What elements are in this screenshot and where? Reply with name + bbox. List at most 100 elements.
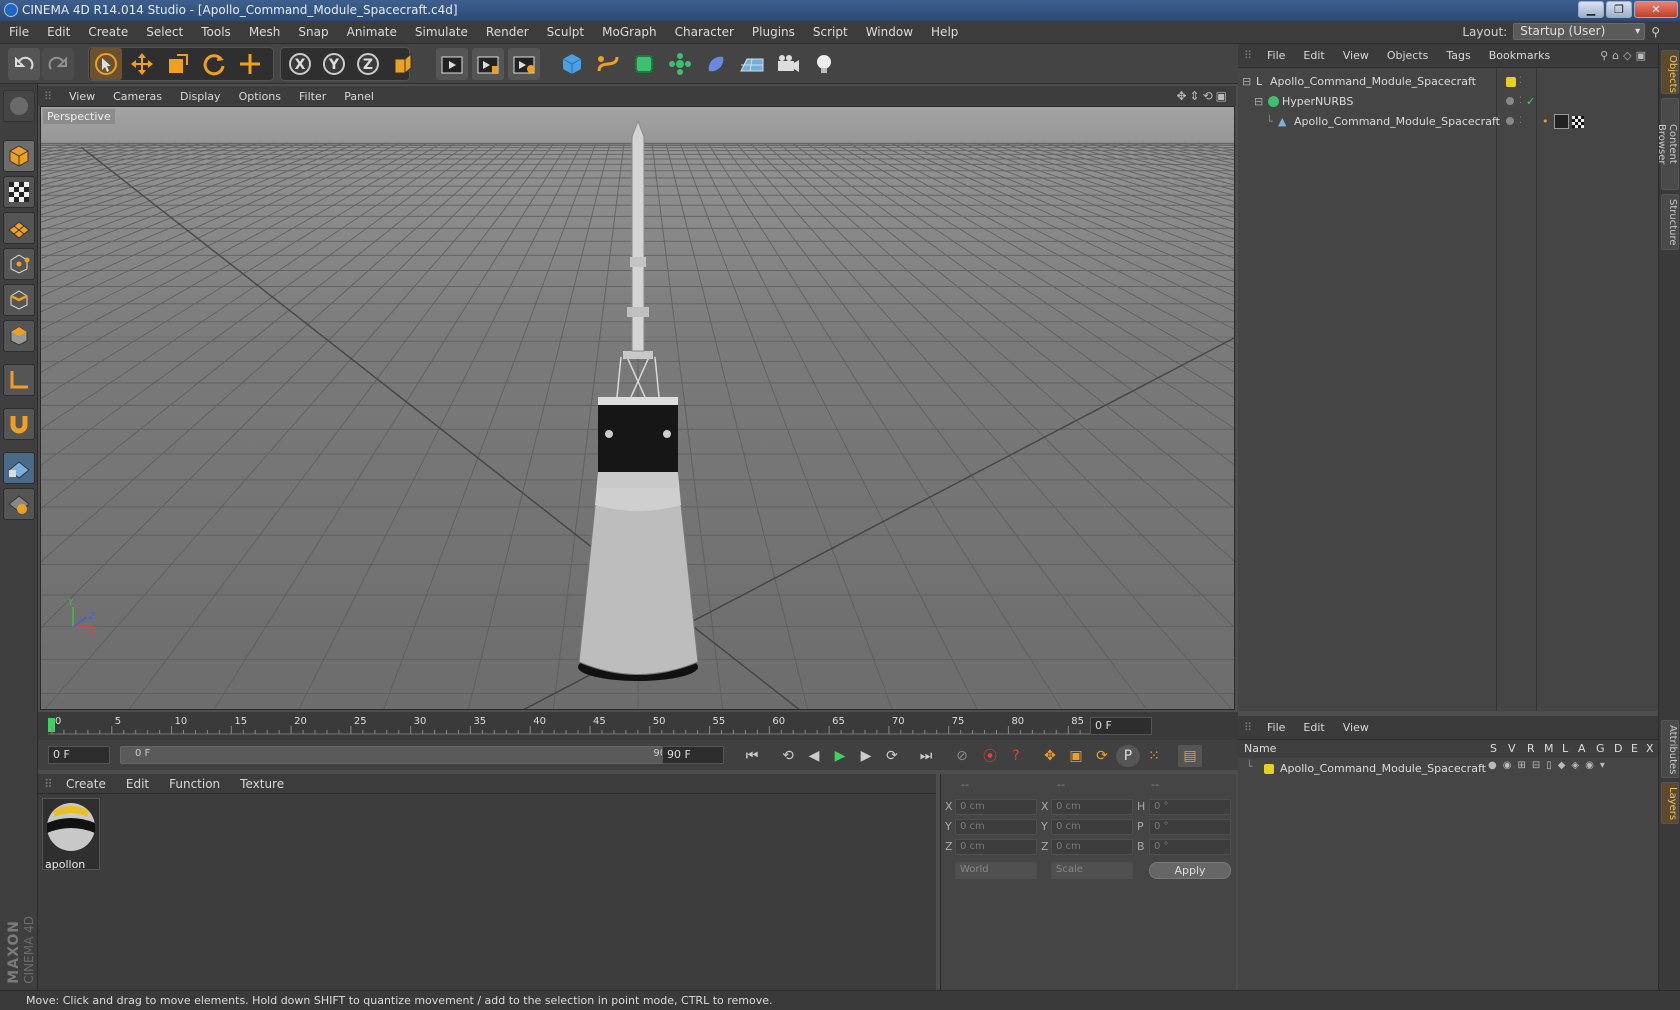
- texture-mode-icon[interactable]: [3, 176, 35, 208]
- y-axis-icon[interactable]: Y: [318, 48, 350, 80]
- layer-menu-edit[interactable]: Edit: [1294, 721, 1333, 734]
- timeline-window-icon[interactable]: ▤: [1178, 745, 1202, 767]
- go-to-end-icon[interactable]: ⏭: [914, 745, 938, 767]
- x-axis-icon[interactable]: X: [284, 48, 316, 80]
- material-menu-create[interactable]: Create: [56, 777, 116, 791]
- coordinate-mode-select[interactable]: Scale: [1051, 862, 1133, 879]
- planar-workplane-icon[interactable]: [3, 488, 35, 520]
- object-menu-file[interactable]: File: [1258, 49, 1294, 62]
- frame-range-slider[interactable]: 0 F 90 F: [120, 746, 690, 764]
- menu-plugins[interactable]: Plugins: [743, 25, 804, 39]
- viewport-menu-display[interactable]: Display: [171, 90, 230, 103]
- object-row-root[interactable]: ⊟ L Apollo_Command_Module_Spacecraft ⁚: [1238, 72, 1658, 91]
- layer-dot-icon[interactable]: [1506, 117, 1514, 125]
- workplane-mode-icon[interactable]: [3, 212, 35, 244]
- model-mode-icon[interactable]: [3, 140, 35, 172]
- layer-menu-view[interactable]: View: [1334, 721, 1378, 734]
- layer-color-icon[interactable]: [1264, 764, 1274, 774]
- scale-icon[interactable]: [162, 48, 194, 80]
- use-model-mode-icon[interactable]: [3, 90, 35, 122]
- viewport-menu-panel[interactable]: Panel: [335, 90, 383, 103]
- perspective-viewport[interactable]: Y Z X: [40, 106, 1235, 710]
- key-scale-icon[interactable]: ▣: [1064, 745, 1088, 767]
- menu-character[interactable]: Character: [666, 25, 743, 39]
- array-icon[interactable]: [664, 48, 696, 80]
- visibility-dots-icon[interactable]: ⁚: [1519, 92, 1522, 111]
- record-keys-icon[interactable]: ⦿: [978, 745, 1002, 767]
- material-tag-icon[interactable]: [1554, 114, 1569, 129]
- render-picture-viewer-icon[interactable]: [472, 48, 504, 80]
- end-frame-field[interactable]: 90 F: [662, 746, 724, 764]
- magnet-icon[interactable]: [3, 408, 35, 440]
- render-settings-icon[interactable]: [508, 48, 540, 80]
- render-view-icon[interactable]: [436, 48, 468, 80]
- object-menu-tags[interactable]: Tags: [1437, 49, 1479, 62]
- tab-content-browser[interactable]: Content Browser: [1656, 98, 1679, 190]
- menu-mesh[interactable]: Mesh: [240, 25, 290, 39]
- rotate-icon[interactable]: [198, 48, 230, 80]
- z-axis-icon[interactable]: Z: [352, 48, 384, 80]
- coordinate-system-icon[interactable]: [388, 48, 420, 80]
- layer-color-icon[interactable]: [1506, 77, 1516, 87]
- menu-sculpt[interactable]: Sculpt: [538, 25, 593, 39]
- menu-animate[interactable]: Animate: [338, 25, 406, 39]
- go-to-start-icon[interactable]: ⏮: [740, 745, 764, 767]
- pos-z-field[interactable]: 0 cm: [955, 839, 1037, 855]
- points-mode-icon[interactable]: [3, 248, 35, 280]
- pos-x-field[interactable]: 0 cm: [955, 799, 1037, 815]
- viewport-menu-options[interactable]: Options: [230, 90, 290, 103]
- material-menu-function[interactable]: Function: [159, 777, 230, 791]
- menu-select[interactable]: Select: [137, 25, 192, 39]
- scene-floor-icon[interactable]: [736, 48, 768, 80]
- light-icon[interactable]: [808, 48, 840, 80]
- layer-toggle-icons[interactable]: ●◉⊞⊟▯◆◈◉▾: [1488, 760, 1611, 771]
- menu-window[interactable]: Window: [857, 25, 922, 39]
- menu-file[interactable]: File: [0, 25, 38, 39]
- key-position-icon[interactable]: ✥: [1038, 745, 1062, 767]
- object-row-mesh[interactable]: └ ▲ Apollo_Command_Module_Spacecraft ⁚ •: [1238, 112, 1658, 131]
- viewport-perspective-label[interactable]: Perspective: [43, 109, 115, 124]
- rot-h-field[interactable]: 0 °: [1149, 799, 1231, 815]
- menu-create[interactable]: Create: [79, 25, 137, 39]
- key-rotation-icon[interactable]: ⟳: [1090, 745, 1114, 767]
- menu-help[interactable]: Help: [922, 25, 967, 39]
- next-key-icon[interactable]: ⟳: [880, 745, 904, 767]
- apply-button[interactable]: Apply: [1149, 862, 1231, 879]
- layer-menu-file[interactable]: File: [1258, 721, 1294, 734]
- visibility-dots-icon[interactable]: ⁚: [1519, 72, 1522, 91]
- object-menu-edit[interactable]: Edit: [1294, 49, 1333, 62]
- current-frame-field[interactable]: 0 F: [1090, 717, 1152, 735]
- search-icon[interactable]: ⚲: [1651, 25, 1660, 39]
- collapse-icon[interactable]: ⊟: [1242, 72, 1251, 91]
- tab-layers[interactable]: Layers: [1661, 782, 1679, 824]
- size-y-field[interactable]: 0 cm: [1051, 819, 1133, 835]
- key-pla-icon[interactable]: ⁙: [1142, 745, 1166, 767]
- rot-b-field[interactable]: 0 °: [1149, 839, 1231, 855]
- pos-y-field[interactable]: 0 cm: [955, 819, 1037, 835]
- layout-select[interactable]: Startup (User): [1513, 23, 1646, 40]
- polygons-mode-icon[interactable]: [3, 320, 35, 352]
- menu-render[interactable]: Render: [477, 25, 538, 39]
- step-back-icon[interactable]: ◀: [802, 745, 826, 767]
- coordinate-space-select[interactable]: World: [955, 862, 1037, 879]
- autokey-icon[interactable]: ?: [1004, 745, 1028, 767]
- texture-tag-icon[interactable]: [1572, 116, 1584, 128]
- viewport-navigation-icons[interactable]: ✥⇕⟲▣: [1176, 89, 1230, 103]
- menu-edit[interactable]: Edit: [38, 25, 79, 39]
- menu-tools[interactable]: Tools: [192, 25, 240, 39]
- menu-snap[interactable]: Snap: [289, 25, 337, 39]
- size-z-field[interactable]: 0 cm: [1051, 839, 1133, 855]
- minimize-button[interactable]: ▁: [1578, 1, 1604, 18]
- redo-icon[interactable]: [42, 48, 74, 80]
- menu-mograph[interactable]: MoGraph: [593, 25, 666, 39]
- material-menu-texture[interactable]: Texture: [230, 777, 294, 791]
- menu-simulate[interactable]: Simulate: [406, 25, 477, 39]
- play-icon[interactable]: ▶: [828, 745, 852, 767]
- visibility-dots-icon[interactable]: ⁚: [1519, 112, 1522, 131]
- cube-object-icon[interactable]: [556, 48, 588, 80]
- start-frame-field[interactable]: 0 F: [48, 746, 110, 764]
- phong-tag-icon[interactable]: •: [1542, 112, 1549, 131]
- tab-structure[interactable]: Structure: [1661, 194, 1679, 250]
- edges-mode-icon[interactable]: [3, 284, 35, 316]
- object-menu-objects[interactable]: Objects: [1378, 49, 1438, 62]
